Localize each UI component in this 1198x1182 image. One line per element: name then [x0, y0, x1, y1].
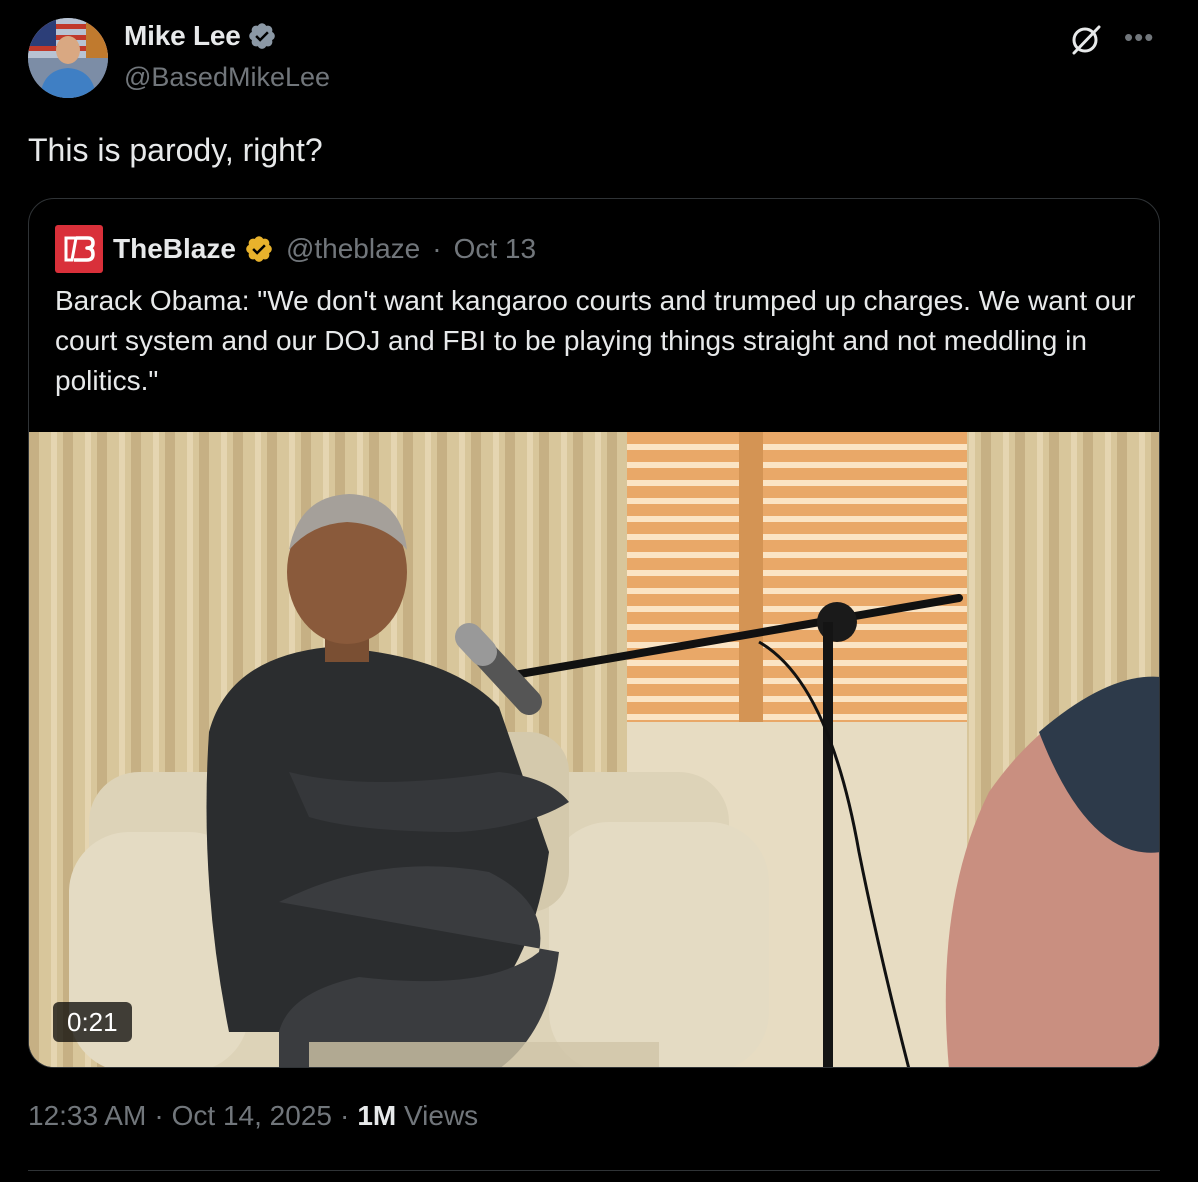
- author-name[interactable]: Mike Lee: [124, 20, 241, 52]
- footer-separator: ·: [339, 1100, 350, 1131]
- quoted-tweet-header: TheBlaze @theblaze · Oct 13: [55, 225, 536, 273]
- tweet-footer-meta: 12:33 AM · Oct 14, 2025 · 1M Views: [28, 1100, 478, 1132]
- author-handle[interactable]: @BasedMikeLee: [124, 62, 330, 93]
- video-player[interactable]: 0:21: [29, 432, 1159, 1067]
- tweet-time[interactable]: 12:33 AM: [28, 1100, 146, 1132]
- video-duration-badge: 0:21: [53, 1002, 132, 1042]
- quoted-tweet[interactable]: TheBlaze @theblaze · Oct 13 Barack Obama…: [28, 198, 1160, 1068]
- theblaze-logo-icon[interactable]: [55, 225, 103, 273]
- author-avatar[interactable]: [28, 18, 108, 98]
- verified-badge-icon: [247, 21, 277, 51]
- footer-separator: ·: [154, 1100, 164, 1131]
- divider: [28, 1170, 1160, 1171]
- quoted-meta-separator: ·: [432, 233, 442, 264]
- tweet: Mike Lee @BasedMikeLee ••• This is parod…: [0, 0, 1198, 1182]
- views-label: Views: [404, 1100, 479, 1131]
- tweet-date[interactable]: Oct 14, 2025: [172, 1100, 332, 1132]
- views-count: 1M: [357, 1100, 397, 1131]
- tweet-text: This is parody, right?: [28, 132, 323, 168]
- quoted-tweet-text: Barack Obama: "We don't want kangaroo co…: [55, 285, 1136, 396]
- gold-verified-badge-icon: [244, 234, 274, 264]
- quoted-author-handle[interactable]: @theblaze: [286, 233, 420, 265]
- quoted-author-name[interactable]: TheBlaze: [113, 233, 236, 265]
- author-name-row: Mike Lee: [124, 20, 277, 52]
- more-icon[interactable]: •••: [1124, 22, 1154, 52]
- quoted-date[interactable]: Oct 13: [454, 233, 536, 265]
- grok-icon[interactable]: [1068, 22, 1104, 63]
